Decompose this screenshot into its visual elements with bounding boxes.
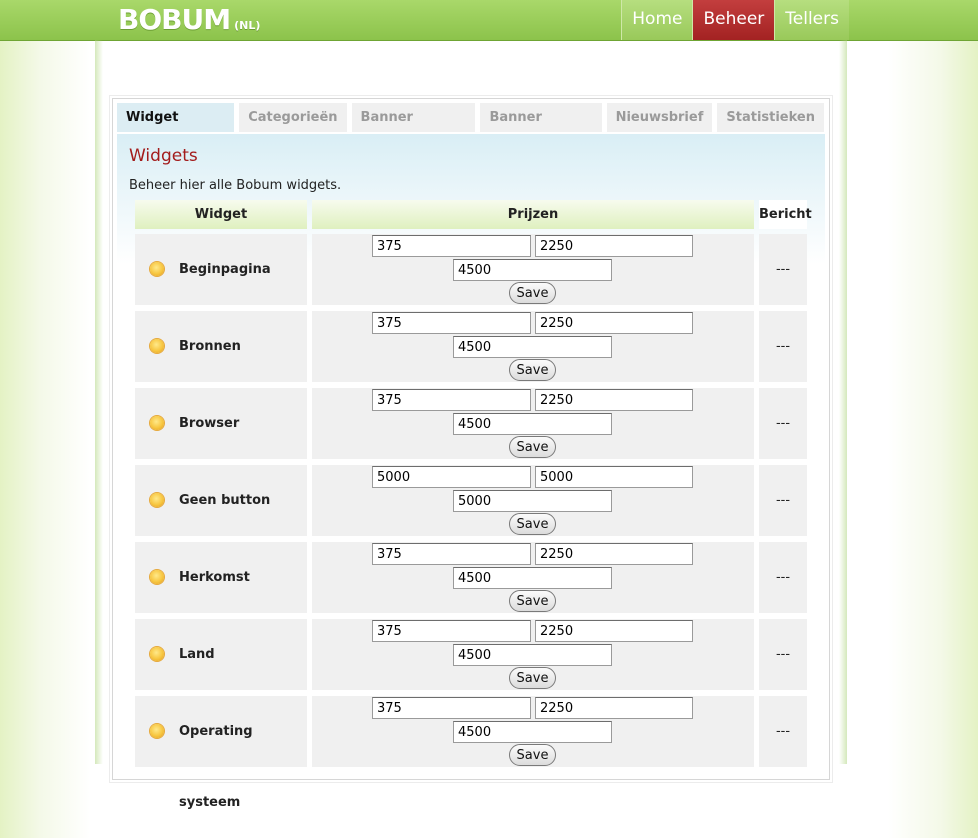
price-input-1[interactable] xyxy=(372,543,531,565)
page-intro: Beheer hier alle Bobum widgets. xyxy=(129,178,342,193)
prices-cell: Save xyxy=(312,234,754,305)
message-cell: --- xyxy=(759,542,807,613)
price-input-3[interactable] xyxy=(453,259,612,281)
logo[interactable]: BOBUM (NL) xyxy=(118,3,260,36)
nav-home[interactable]: Home xyxy=(621,0,693,40)
sun-icon xyxy=(150,262,164,276)
tab-bar: Widget beheer Categorieën Banner beelden… xyxy=(117,103,829,154)
table-row: Land Save --- xyxy=(135,619,807,690)
prices-cell: Save xyxy=(312,619,754,690)
tab-banner-teksten[interactable]: Banner teksten xyxy=(480,103,602,154)
price-input-1[interactable] xyxy=(372,312,531,334)
widget-name: Herkomst xyxy=(179,570,250,585)
column-header-bericht: Bericht xyxy=(759,200,812,229)
sun-icon xyxy=(150,647,164,661)
column-header-widget: Widget xyxy=(135,200,307,229)
save-button[interactable]: Save xyxy=(509,359,556,381)
widget-cell: Herkomst xyxy=(135,542,307,613)
price-input-1[interactable] xyxy=(372,235,531,257)
side-shadow-left xyxy=(95,40,103,764)
price-input-3[interactable] xyxy=(453,490,612,512)
nav-beheer[interactable]: Beheer xyxy=(692,0,775,40)
page-title: Widgets xyxy=(129,146,198,166)
price-input-3[interactable] xyxy=(453,721,612,743)
widget-cell: Geen button xyxy=(135,465,307,536)
widget-name: Bronnen xyxy=(179,339,241,354)
widget-name: Beginpagina xyxy=(179,262,271,277)
admin-panel: Widget beheer Categorieën Banner beelden… xyxy=(109,95,833,810)
top-bar: BOBUM (NL) Home Beheer Tellers xyxy=(0,0,978,41)
message-cell: --- xyxy=(759,465,807,536)
sun-icon xyxy=(150,416,164,430)
widget-cell: Land xyxy=(135,619,307,690)
sun-icon xyxy=(150,493,164,507)
sun-icon xyxy=(150,724,164,738)
table-row: Bronnen Save --- xyxy=(135,311,807,382)
price-input-3[interactable] xyxy=(453,567,612,589)
price-input-3[interactable] xyxy=(453,336,612,358)
message-cell: --- xyxy=(759,388,807,459)
sun-icon xyxy=(150,570,164,584)
price-input-2[interactable] xyxy=(535,620,693,642)
price-input-2[interactable] xyxy=(535,312,693,334)
price-input-2[interactable] xyxy=(535,697,693,719)
table-row: Operating systeem Save --- xyxy=(135,696,807,810)
widget-name: Land xyxy=(179,647,215,662)
save-button[interactable]: Save xyxy=(509,590,556,612)
price-input-1[interactable] xyxy=(372,620,531,642)
sun-icon xyxy=(150,339,164,353)
price-input-2[interactable] xyxy=(535,543,693,565)
column-header-prijzen: Prijzen xyxy=(312,200,754,229)
price-input-1[interactable] xyxy=(372,389,531,411)
tab-nieuwsbrief[interactable]: Nieuwsbrief xyxy=(606,103,713,132)
tab-categorieen[interactable]: Categorieën xyxy=(239,103,347,132)
tab-widget-beheer[interactable]: Widget beheer xyxy=(117,103,235,154)
nav-tellers[interactable]: Tellers xyxy=(774,0,849,40)
widget-cell: Bronnen xyxy=(135,311,307,382)
price-input-3[interactable] xyxy=(453,644,612,666)
widget-name: Browser xyxy=(179,416,240,431)
message-cell: --- xyxy=(759,311,807,382)
prices-cell: Save xyxy=(312,311,754,382)
price-input-1[interactable] xyxy=(372,466,531,488)
widget-name: Geen button xyxy=(179,493,271,508)
side-shadow-right xyxy=(839,40,847,764)
tab-statistieken[interactable]: Statistieken xyxy=(717,103,824,132)
main-nav: Home Beheer Tellers xyxy=(621,0,849,40)
save-button[interactable]: Save xyxy=(509,667,556,689)
widget-cell: Browser xyxy=(135,388,307,459)
table-row: Geen button Save --- xyxy=(135,465,807,536)
tab-content: Widgets Beheer hier alle Bobum widgets. … xyxy=(117,134,825,810)
save-button[interactable]: Save xyxy=(509,744,556,766)
prices-cell: Save xyxy=(312,388,754,459)
widget-cell: Operating systeem xyxy=(135,696,307,810)
logo-suffix: (NL) xyxy=(234,19,261,32)
save-button[interactable]: Save xyxy=(509,436,556,458)
save-button[interactable]: Save xyxy=(509,282,556,304)
price-input-2[interactable] xyxy=(535,466,693,488)
table-row: Herkomst Save --- xyxy=(135,542,807,613)
prices-cell: Save xyxy=(312,542,754,613)
message-cell: --- xyxy=(759,696,807,767)
widget-name: Operating systeem xyxy=(179,724,253,810)
price-input-3[interactable] xyxy=(453,413,612,435)
price-input-1[interactable] xyxy=(372,697,531,719)
save-button[interactable]: Save xyxy=(509,513,556,535)
message-cell: --- xyxy=(759,619,807,690)
prices-cell: Save xyxy=(312,696,754,767)
table-row: Beginpagina Save --- xyxy=(135,234,807,305)
table-row: Browser Save --- xyxy=(135,388,807,459)
tab-banner-beelden[interactable]: Banner beelden xyxy=(351,103,476,154)
widget-cell: Beginpagina xyxy=(135,234,307,305)
message-cell: --- xyxy=(759,234,807,305)
prices-cell: Save xyxy=(312,465,754,536)
price-input-2[interactable] xyxy=(535,235,693,257)
price-input-2[interactable] xyxy=(535,389,693,411)
logo-text: BOBUM xyxy=(118,3,231,36)
